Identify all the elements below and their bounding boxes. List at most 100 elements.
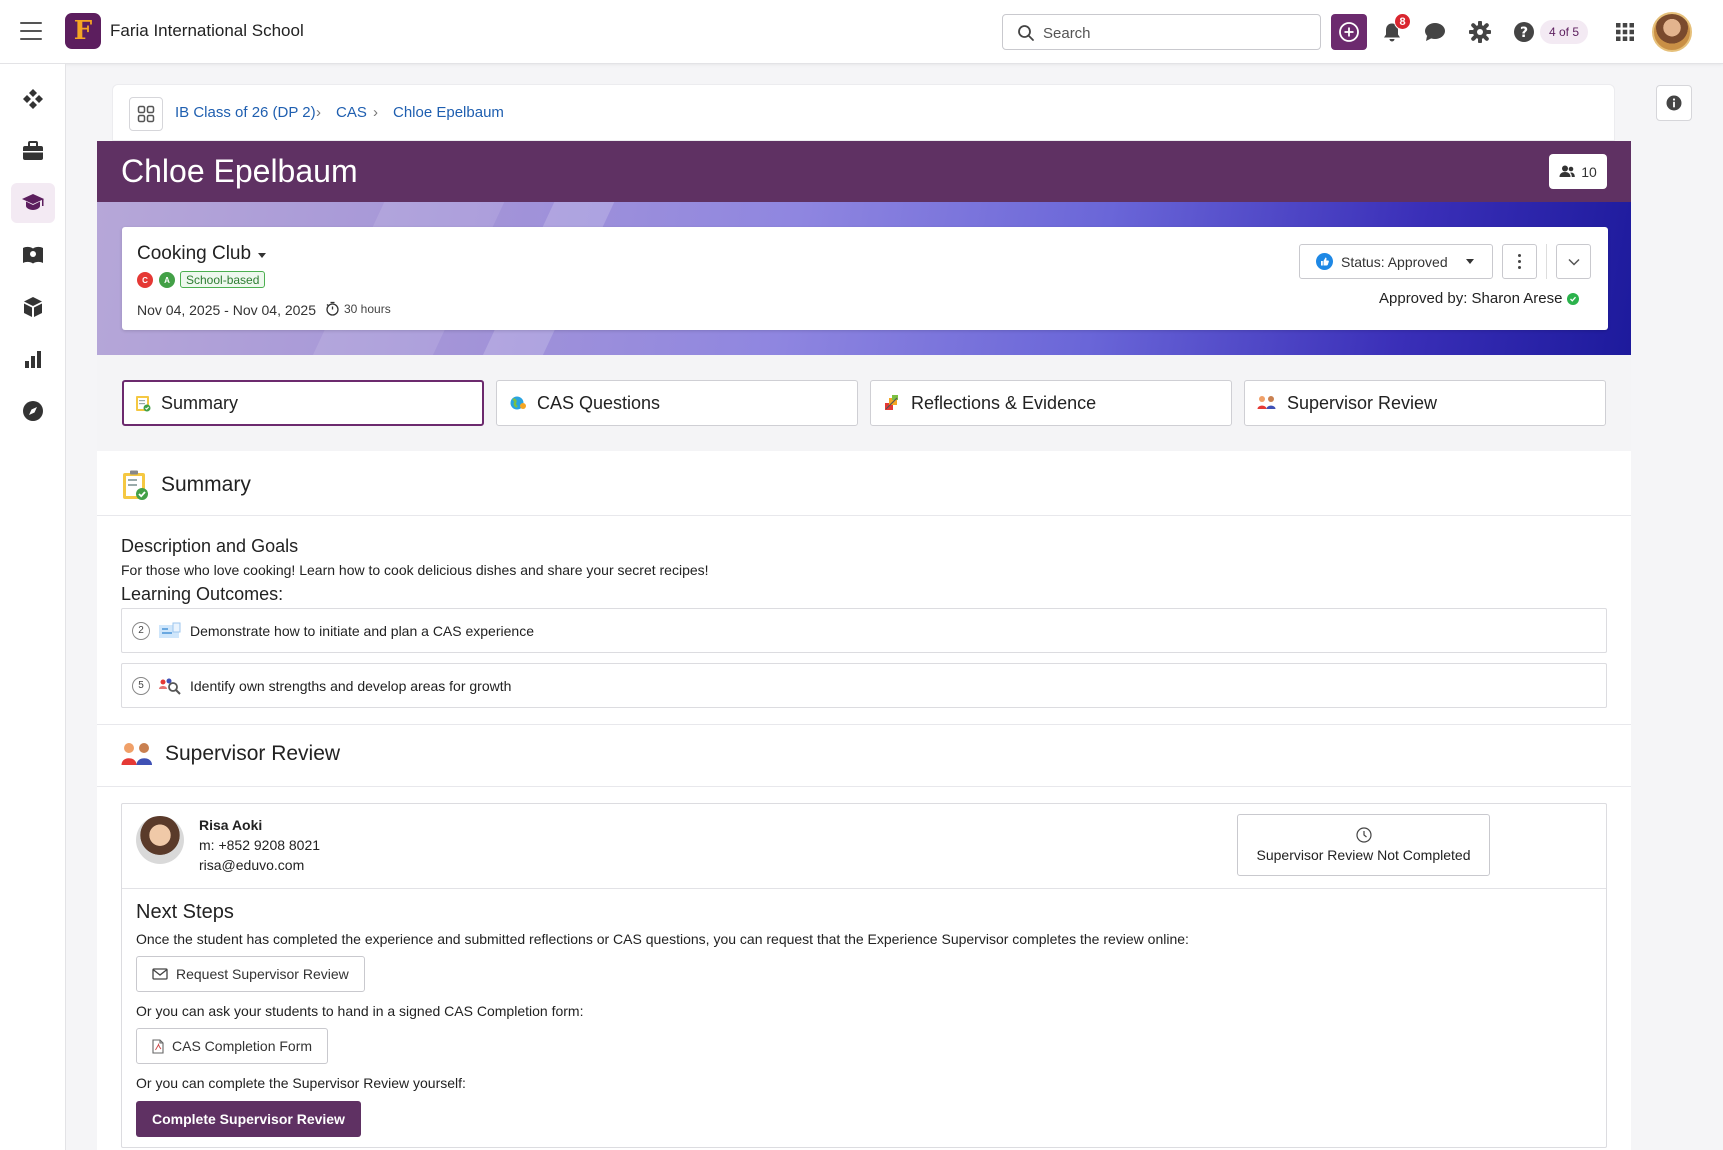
school-based-tag: School-based (180, 271, 266, 288)
globe-icon (510, 396, 526, 410)
search-icon (1018, 25, 1034, 41)
search-box[interactable] (1002, 14, 1321, 50)
sidebar-item-academics[interactable] (11, 183, 55, 223)
supervisor-email[interactable]: risa@eduvo.com (199, 857, 304, 873)
step-form-text: Or you can ask your students to hand in … (136, 1003, 584, 1019)
members-button[interactable]: 10 (1549, 154, 1607, 189)
clipboard-check-icon (123, 470, 148, 500)
next-steps-heading: Next Steps (136, 901, 234, 923)
sidebar (0, 64, 66, 1150)
status-dropdown[interactable]: Status: Approved (1299, 244, 1493, 279)
tab-summary[interactable]: Summary (122, 380, 484, 426)
sidebar-item-units[interactable] (11, 287, 55, 327)
briefcase-icon (23, 141, 43, 160)
chevron-down-icon (1567, 258, 1580, 266)
school-logo[interactable]: F (65, 13, 101, 49)
approved-by-text: Approved by: Sharon Arese (1379, 290, 1563, 307)
tab-cas-questions-label: CAS Questions (537, 392, 661, 413)
experience-title[interactable]: Cooking Club (137, 243, 251, 265)
tabs-bar: Summary CAS Questions Reflections & Evid… (97, 355, 1631, 451)
thumbs-up-icon (1316, 253, 1333, 270)
sidebar-item-reports[interactable] (11, 339, 55, 379)
info-button[interactable] (1656, 85, 1692, 121)
step-complete-text: Or you can complete the Supervisor Revie… (136, 1075, 466, 1091)
envelope-icon (152, 968, 168, 980)
tab-supervisor-review[interactable]: Supervisor Review (1244, 380, 1606, 426)
svg-text:?: ? (1520, 25, 1528, 41)
page-count-badge[interactable]: 4 of 5 (1540, 20, 1589, 44)
activity-strand-badge: A (159, 272, 175, 288)
divider (97, 515, 1631, 516)
users-icon (1559, 165, 1576, 177)
plus-circle-icon (1339, 22, 1359, 42)
tab-reflections-evidence[interactable]: Reflections & Evidence (870, 380, 1232, 426)
supervisor-phone: m: +852 9208 8021 (199, 837, 321, 853)
creativity-strand-badge: C (137, 272, 153, 288)
tab-supervisor-label: Supervisor Review (1287, 392, 1438, 413)
school-name[interactable]: Faria International School (110, 21, 304, 41)
summary-heading-text: Summary (161, 473, 251, 496)
approved-by: Approved by: Sharon Arese (1379, 290, 1580, 307)
review-status-text: Supervisor Review Not Completed (1256, 847, 1471, 863)
sidebar-item-library[interactable] (11, 235, 55, 275)
tab-cas-questions[interactable]: CAS Questions (496, 380, 858, 426)
supervisor-heading-text: Supervisor Review (165, 742, 341, 765)
settings-button[interactable] (1468, 20, 1492, 44)
cas-form-label: CAS Completion Form (172, 1038, 313, 1054)
experience-card: Cooking Club C A School-based Nov 04, 20… (122, 227, 1608, 330)
step-request-text: Once the student has completed the exper… (136, 931, 1189, 947)
planning-icon (159, 622, 181, 638)
search-input[interactable] (1043, 22, 1303, 44)
book-icon (23, 246, 43, 264)
notification-badge: 8 (1394, 13, 1411, 30)
clock-icon (1355, 827, 1372, 843)
collapse-button[interactable] (1556, 244, 1591, 279)
sidebar-item-explore[interactable] (11, 391, 55, 431)
grid-icon (1616, 23, 1634, 41)
review-status-badge: Supervisor Review Not Completed (1237, 814, 1490, 876)
bar-chart-icon (25, 351, 41, 368)
clipboard-check-icon (136, 396, 151, 412)
caret-down-icon[interactable] (258, 253, 266, 258)
sidebar-item-briefcase[interactable] (11, 131, 55, 171)
help-icon: ? (1514, 22, 1534, 42)
breadcrumb-cas[interactable]: CAS (336, 104, 367, 121)
add-button[interactable] (1331, 14, 1367, 50)
student-name: Chloe Epelbaum (121, 153, 358, 189)
apps-icon (137, 105, 155, 123)
experience-hours: 30 hours (325, 301, 391, 316)
caret-down-icon (1465, 259, 1474, 264)
diamond-grid-icon (23, 89, 43, 109)
divider (1546, 244, 1547, 279)
check-circle-icon (1567, 292, 1580, 305)
help-button[interactable]: ? (1512, 20, 1536, 44)
request-supervisor-review-button[interactable]: Request Supervisor Review (136, 956, 365, 992)
learning-outcome-item: 2 Demonstrate how to initiate and plan a… (121, 608, 1607, 653)
chat-icon (1425, 23, 1445, 41)
compass-icon (23, 401, 43, 421)
breadcrumb: IB Class of 26 (DP 2) › CAS › Chloe Epel… (112, 84, 1615, 141)
supervisor-heading: Supervisor Review (121, 741, 340, 767)
more-options-button[interactable] (1502, 244, 1537, 279)
top-bar: F Faria International School 8 ? 4 of 5 (0, 0, 1723, 64)
description-heading: Description and Goals (121, 536, 299, 556)
menu-icon[interactable] (20, 22, 42, 40)
user-avatar[interactable] (1652, 12, 1692, 52)
complete-supervisor-review-button[interactable]: Complete Supervisor Review (136, 1101, 361, 1137)
messages-button[interactable] (1423, 20, 1447, 44)
magnifier-people-icon (159, 678, 181, 695)
breadcrumb-class[interactable]: IB Class of 26 (DP 2) (175, 104, 316, 121)
outcome-text: Identify own strengths and develop areas… (190, 677, 512, 694)
hours-value: 30 hours (344, 301, 391, 316)
pdf-file-icon (152, 1038, 164, 1054)
sidebar-item-home[interactable] (11, 79, 55, 119)
student-header: Chloe Epelbaum 10 (97, 141, 1631, 202)
cas-completion-form-button[interactable]: CAS Completion Form (136, 1028, 329, 1064)
apps-grid-button[interactable] (1613, 20, 1637, 44)
learning-outcome-item: 5 Identify own strengths and develop are… (121, 663, 1607, 708)
breadcrumb-student[interactable]: Chloe Epelbaum (393, 104, 504, 121)
chevron-right-icon: › (373, 104, 378, 121)
gear-icon (1469, 21, 1491, 43)
supervisor-name: Risa Aoki (199, 817, 263, 833)
switcher-button[interactable] (129, 97, 163, 131)
